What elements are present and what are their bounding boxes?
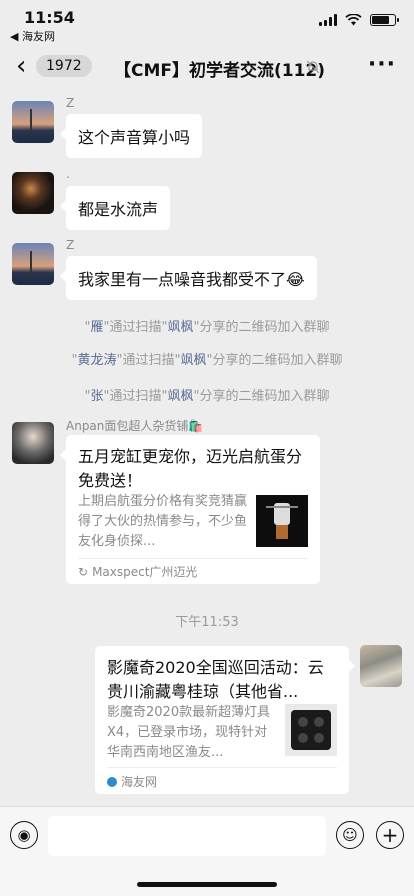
- status-time: 11:54: [24, 8, 75, 27]
- member-name-link[interactable]: 飒枫: [180, 353, 206, 368]
- status-bar: 11:54 ◀ 海友网: [0, 0, 414, 44]
- card-description: 影魔奇2020款最新超薄灯具X4，已登录市场，现特针对华南西南地区渔友...: [107, 705, 271, 760]
- message-bubble[interactable]: 这个声音算小吗: [59, 114, 203, 158]
- system-message: "黄龙涛"通过扫描"飒枫"分享的二维码加入群聊: [71, 353, 343, 368]
- member-name-link[interactable]: 张: [91, 389, 104, 404]
- message-bubble[interactable]: 我家里有一点噪音我都受不了😂: [60, 256, 317, 300]
- plus-icon[interactable]: +: [376, 821, 404, 849]
- card-description: 上期启航蛋分价格有奖竞猜赢得了大伙的热情参与，不少鱼友化身侦探...: [78, 494, 248, 549]
- avatar[interactable]: [12, 243, 54, 285]
- battery-icon: [370, 14, 399, 26]
- avatar[interactable]: [12, 422, 54, 464]
- system-message: "张"通过扫描"飒枫"分享的二维码加入群聊: [84, 389, 330, 404]
- sender-name: .: [66, 167, 70, 181]
- card-source: ↻ Maxspect广州迈光: [78, 564, 198, 580]
- member-name-link[interactable]: 飒枫: [167, 389, 193, 404]
- system-message: "雁"通过扫描"飒枫"分享的二维码加入群聊: [84, 320, 330, 335]
- message-bubble[interactable]: 都是水流声: [59, 186, 171, 230]
- card-thumbnail: [256, 495, 308, 547]
- member-name-link[interactable]: 黄龙涛: [78, 353, 117, 368]
- unread-count-badge[interactable]: 1972: [36, 55, 92, 77]
- card-thumbnail: [285, 704, 337, 756]
- link-card[interactable]: 影魔奇2020全国巡回活动：云贵川渝藏粤桂琼（其他省... 影魔奇2020款最新…: [95, 646, 355, 794]
- card-title: 影魔奇2020全国巡回活动：云贵川渝藏粤桂琼（其他省...: [107, 658, 324, 701]
- sender-name: Z: [66, 238, 75, 252]
- aquarium-light-image: [291, 710, 331, 750]
- mini-program-icon: ↻: [78, 564, 89, 579]
- avatar[interactable]: [360, 645, 402, 687]
- member-name-link[interactable]: 雁: [91, 320, 104, 335]
- back-to-app-link[interactable]: ◀ 海友网: [10, 28, 55, 44]
- message-input[interactable]: [48, 816, 326, 856]
- wifi-icon: [345, 14, 362, 26]
- more-icon[interactable]: ···: [368, 52, 396, 77]
- message-timestamp: 下午11:53: [175, 615, 239, 630]
- chat-header: ‹ 1972 【CMF】初学者交流(112) ···: [0, 44, 414, 90]
- status-icons: [319, 14, 399, 26]
- emoji-icon[interactable]: ☺: [336, 821, 364, 849]
- link-card[interactable]: 五月宠缸更宠你，迈光启航蛋分免费送！ 上期启航蛋分价格有奖竞猜赢得了大伙的热情参…: [60, 435, 320, 584]
- avatar[interactable]: [12, 172, 54, 214]
- card-title: 五月宠缸更宠你，迈光启航蛋分免费送！: [78, 447, 303, 490]
- card-source: 海友网: [107, 773, 157, 790]
- voice-icon[interactable]: ◉: [10, 821, 38, 849]
- signal-icon: [319, 14, 337, 26]
- member-name-link[interactable]: 飒枫: [167, 320, 193, 335]
- avatar[interactable]: [12, 101, 54, 143]
- sender-name: Z: [66, 96, 75, 110]
- chat-title: 【CMF】初学者交流(112): [114, 61, 326, 81]
- chevron-left-icon[interactable]: ‹: [16, 53, 26, 79]
- site-logo-icon: [107, 776, 117, 787]
- home-indicator: [137, 882, 277, 887]
- mute-bell-icon: [306, 60, 320, 74]
- sender-name: Anpan面包超人杂货铺🛍️: [66, 419, 204, 433]
- protein-skimmer-image: [266, 503, 298, 539]
